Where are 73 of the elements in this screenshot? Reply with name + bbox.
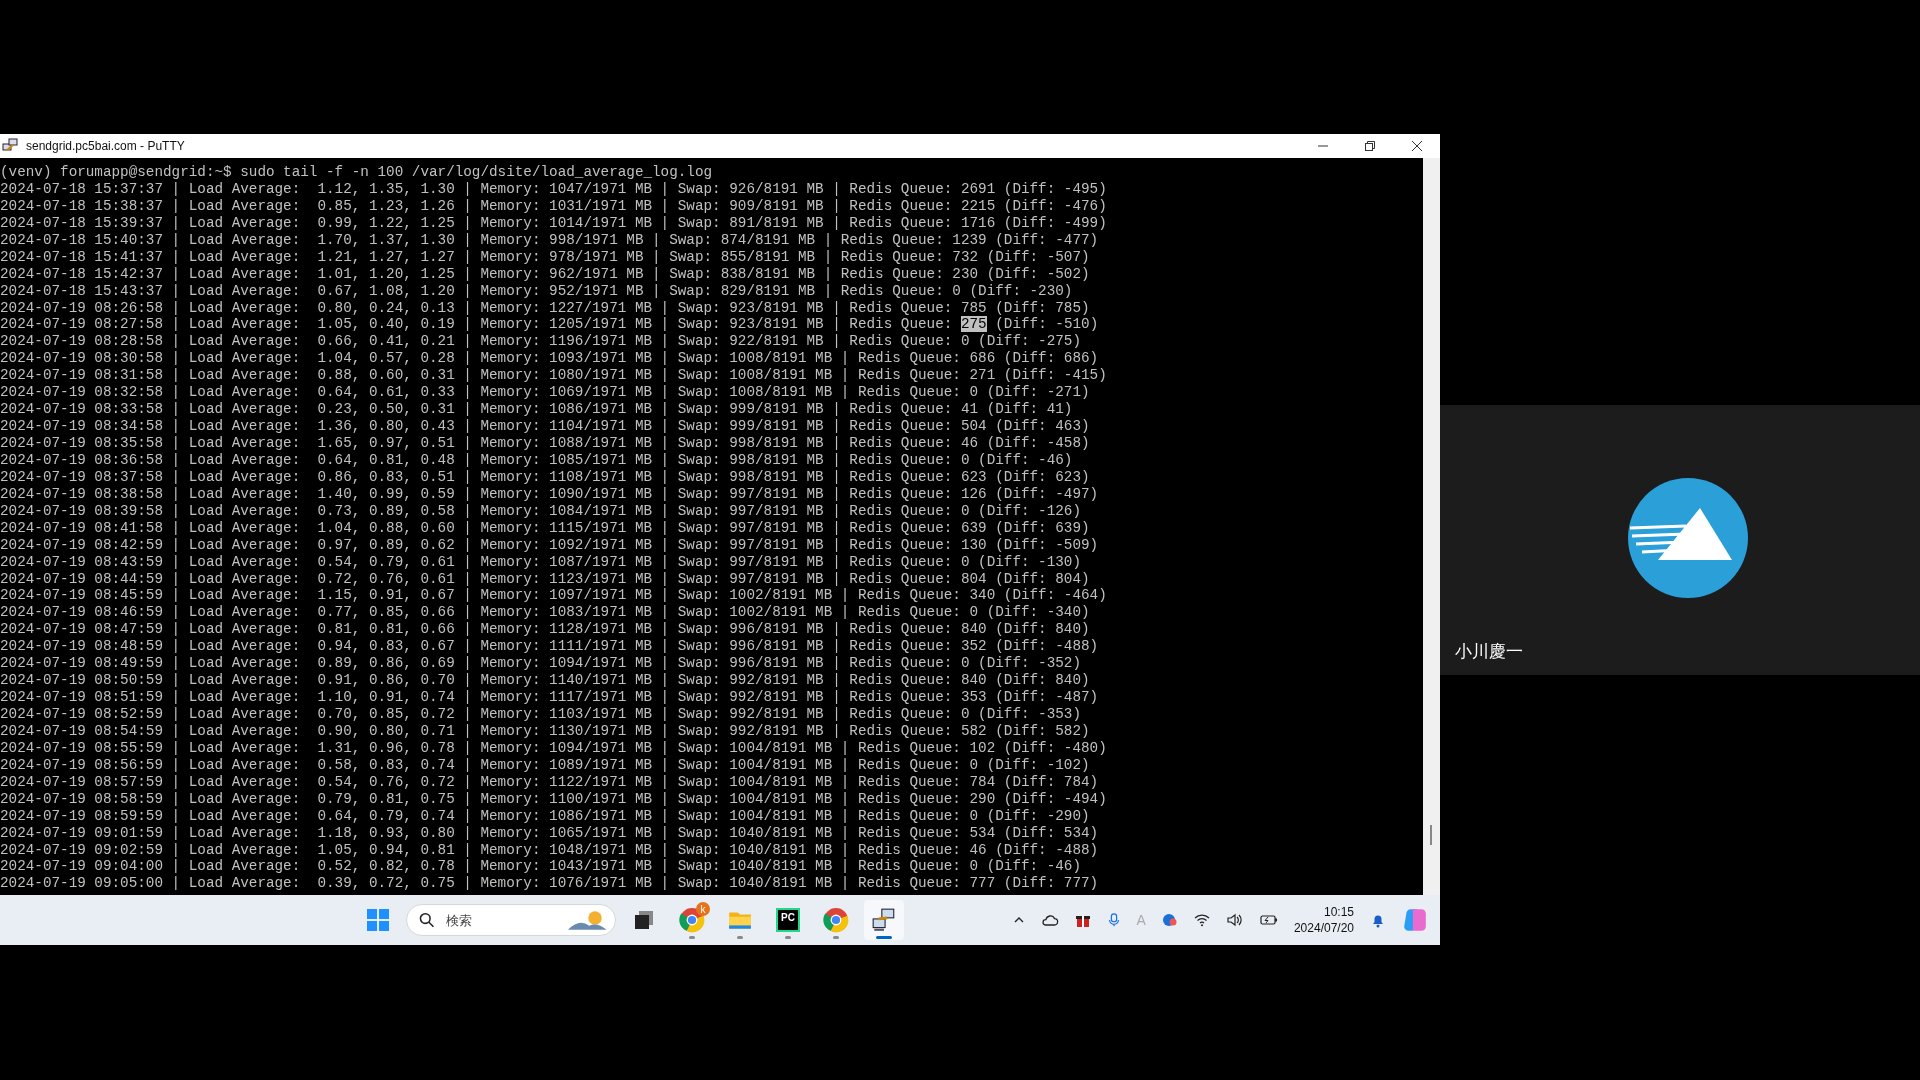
terminal-line: 2024-07-19 09:04:00 | Load Average: 0.52, 0.82, 0.78 | Memory: 1043/1971 MB | Swap: 1040/8191 MB | Redis Queue: 0 (Diff: -46) [0, 858, 1083, 876]
terminal-line: 2024-07-19 08:59:59 | Load Average: 0.64, 0.79, 0.74 | Memory: 1086/1971 MB | Swap: 1004/8191 MB | Redis Queue: 0 (Diff: -290) [0, 807, 1091, 825]
cloud-icon[interactable] [1040, 913, 1059, 927]
volume-icon[interactable] [1225, 913, 1244, 927]
terminal-line: 2024-07-19 08:47:59 | Load Average: 0.81, 0.81, 0.66 | Memory: 1128/1971 MB | Swap: 996/8191 MB | Redis Queue: 840 (Diff: 840) [0, 621, 1091, 639]
wifi-icon[interactable] [1193, 913, 1210, 927]
terminal-line: (venv) forumapp@sendgrid:~$ sudo tail -f -n 100 /var/log/dsite/load_average_log.log [0, 164, 714, 181]
microphone-icon[interactable] [1106, 912, 1121, 928]
taskbar-app[interactable]: PC [768, 900, 808, 940]
terminal-line: 2024-07-19 08:50:59 | Load Average: 0.91, 0.86, 0.70 | Memory: 1140/1971 MB | Swap: 992/8191 MB | Redis Queue: 840 (Diff: 840) [0, 672, 1091, 690]
terminal-line: 2024-07-19 08:35:58 | Load Average: 1.65, 0.97, 0.51 | Memory: 1088/1971 MB | Swap: 998/8191 MB | Redis Queue: 46 (Diff: -458) [0, 435, 1091, 452]
terminal-line: 2024-07-19 08:28:58 | Load Average: 0.66, 0.41, 0.21 | Memory: 1196/1971 MB | Swap: 922/8191 MB | Redis Queue: 0 (Diff: -275) [0, 333, 1083, 351]
terminal-line: 2024-07-18 15:37:37 | Load Average: 1.12, 1.35, 1.30 | Memory: 1047/1971 MB | Swap: 926/8191 MB | Redis Queue: 2691 (Diff: -495) [0, 180, 1108, 198]
computers-icon [871, 907, 897, 933]
terminal-line: 2024-07-19 08:26:58 | Load Average: 0.80, 0.24, 0.13 | Memory: 1227/1971 MB | Swap: 923/8191 MB | Redis Queue: 785 (Diff: 785) [0, 299, 1091, 317]
scrollbar[interactable] [1423, 158, 1440, 895]
terminal-line: 2024-07-19 08:48:59 | Load Average: 0.94, 0.83, 0.67 | Memory: 1111/1971 MB | Swap: 996/8191 MB | Redis Queue: 352 (Diff: -488) [0, 638, 1100, 656]
start-icon[interactable] [366, 908, 390, 932]
terminal-line: 2024-07-19 08:55:59 | Load Average: 1.31, 0.96, 0.78 | Memory: 1094/1971 MB | Swap: 1004/8191 MB | Redis Queue: 102 (Diff: -480) [0, 739, 1108, 757]
participant-name: 小川慶一 [1455, 640, 1524, 663]
terminal-line: 2024-07-19 09:05:00 | Load Average: 0.39, 0.72, 0.75 | Memory: 1076/1971 MB | Swap: 1040/8191 MB | Redis Queue: 777 (Diff: 777) [0, 875, 1100, 893]
terminal-line: 2024-07-19 08:27:58 | Load Average: 1.05, 0.40, 0.19 | Memory: 1205/1971 MB | Swap: 923/8191 MB | Redis Queue: 275 (Diff: -510) [0, 316, 1100, 334]
colorful-swirl-icon[interactable] [1402, 907, 1428, 933]
landscape-icon [568, 908, 607, 932]
terminal-line: 2024-07-18 15:38:37 | Load Average: 0.85, 1.23, 1.26 | Memory: 1031/1971 MB | Swap: 909/8191 MB | Redis Queue: 2215 (Diff: -476) [0, 197, 1108, 215]
clock[interactable]: 10:15 2024/07/20 [1293, 904, 1354, 936]
terminal-line: 2024-07-19 08:49:59 | Load Average: 0.89, 0.86, 0.69 | Memory: 1094/1971 MB | Swap: 996/8191 MB | Redis Queue: 0 (Diff: -352) [0, 655, 1083, 673]
terminal-line: 2024-07-18 15:41:37 | Load Average: 1.21, 1.27, 1.27 | Memory: 978/1971 MB | Swap: 855/8191 MB | Redis Queue: 732 (Diff: -507) [0, 248, 1091, 266]
squares-icon [632, 908, 656, 932]
terminal-line: 2024-07-19 08:43:59 | Load Average: 0.54, 0.79, 0.61 | Memory: 1087/1971 MB | Swap: 997/8191 MB | Redis Queue: 0 (Diff: -130) [0, 553, 1083, 571]
search-bar[interactable]: 検索 [406, 904, 616, 936]
terminal-line: 2024-07-19 08:34:58 | Load Average: 1.36, 0.80, 0.43 | Memory: 1104/1971 MB | Swap: 999/8191 MB | Redis Queue: 504 (Diff: 463) [0, 418, 1091, 435]
terminal-line: 2024-07-19 08:44:59 | Load Average: 0.72, 0.76, 0.61 | Memory: 1123/1971 MB | Swap: 997/8191 MB | Redis Queue: 804 (Diff: 804) [0, 570, 1091, 588]
terminal-line: 2024-07-18 15:39:37 | Load Average: 0.99, 1.22, 1.25 | Memory: 1014/1971 MB | Swap: 891/8191 MB | Redis Queue: 1716 (Diff: -499) [0, 214, 1108, 232]
clock-date: 2024/07/20 [1293, 920, 1354, 936]
terminal-line: 2024-07-19 08:52:59 | Load Average: 0.70, 0.85, 0.72 | Memory: 1103/1971 MB | Swap: 992/8191 MB | Redis Queue: 0 (Diff: -353) [0, 706, 1083, 723]
terminal-line: 2024-07-19 08:32:58 | Load Average: 0.64, 0.61, 0.33 | Memory: 1069/1971 MB | Swap: 1008/8191 MB | Redis Queue: 0 (Diff: -271) [0, 384, 1091, 402]
app-logo: PC [776, 908, 800, 932]
clock-time: 10:15 [1323, 904, 1354, 920]
terminal-line: 2024-07-19 08:57:59 | Load Average: 0.54, 0.76, 0.72 | Memory: 1122/1971 MB | Swap: 1004/8191 MB | Redis Queue: 784 (Diff: 784) [0, 773, 1100, 791]
terminal-line: 2024-07-19 08:38:58 | Load Average: 1.40, 0.99, 0.59 | Memory: 1090/1971 MB | Swap: 997/8191 MB | Redis Queue: 126 (Diff: -497) [0, 485, 1100, 503]
computers-icon [2, 138, 18, 154]
terminal-line: 2024-07-19 09:01:59 | Load Average: 1.18, 0.93, 0.80 | Memory: 1065/1971 MB | Swap: 1040/8191 MB | Redis Queue: 534 (Diff: 534) [0, 824, 1100, 842]
terminal-line: 2024-07-19 08:58:59 | Load Average: 0.79, 0.81, 0.75 | Memory: 1100/1971 MB | Swap: 1004/8191 MB | Redis Queue: 290 (Diff: -494) [0, 790, 1108, 808]
avatar-logo-icon [1627, 477, 1748, 598]
search-icon [419, 912, 435, 928]
terminal-line: 2024-07-19 08:33:58 | Load Average: 0.23, 0.50, 0.31 | Memory: 1086/1971 MB | Swap: 999/8191 MB | Redis Queue: 41 (Diff: 41) [0, 401, 1074, 419]
taskbar-app[interactable] [864, 900, 904, 940]
terminal-line: 2024-07-19 08:42:59 | Load Average: 0.97, 0.89, 0.62 | Memory: 1092/1971 MB | Swap: 997/8191 MB | Redis Queue: 130 (Diff: -509) [0, 536, 1100, 554]
browser-icon [823, 907, 849, 933]
search-field[interactable]: 検索 [444, 911, 559, 929]
notification-badge: k [696, 902, 710, 916]
blob-icon[interactable] [1161, 912, 1178, 928]
terminal-line: 2024-07-18 15:40:37 | Load Average: 1.70, 1.37, 1.30 | Memory: 998/1971 MB | Swap: 874/8191 MB | Redis Queue: 1239 (Diff: -477) [0, 231, 1100, 249]
terminal-line: 2024-07-19 08:56:59 | Load Average: 0.58, 0.83, 0.74 | Memory: 1089/1971 MB | Swap: 1004/8191 MB | Redis Queue: 0 (Diff: -102) [0, 756, 1091, 774]
battery-icon[interactable] [1259, 913, 1278, 927]
terminal-line: 2024-07-19 08:45:59 | Load Average: 1.15, 0.91, 0.67 | Memory: 1097/1971 MB | Swap: 1002/8191 MB | Redis Queue: 340 (Diff: -464) [0, 587, 1108, 605]
terminal-line: 2024-07-19 08:54:59 | Load Average: 0.90, 0.80, 0.71 | Memory: 1130/1971 MB | Swap: 992/8191 MB | Redis Queue: 582 (Diff: 582) [0, 722, 1091, 740]
terminal-line: 2024-07-19 08:36:58 | Load Average: 0.64, 0.81, 0.48 | Memory: 1085/1971 MB | Swap: 998/8191 MB | Redis Queue: 0 (Diff: -46) [0, 451, 1074, 469]
terminal-line: 2024-07-19 08:30:58 | Load Average: 1.04, 0.57, 0.28 | Memory: 1093/1971 MB | Swap: 1008/8191 MB | Redis Queue: 686 (Diff: 686) [0, 350, 1100, 368]
terminal-line: 2024-07-18 15:43:37 | Load Average: 0.67, 1.08, 1.20 | Memory: 952/1971 MB | Swap: 829/8191 MB | Redis Queue: 0 (Diff: -230) [0, 282, 1074, 300]
browser-icon [679, 907, 705, 933]
terminal-line: 2024-07-19 08:41:58 | Load Average: 1.04, 0.88, 0.60 | Memory: 1115/1971 MB | Swap: 997/8191 MB | Redis Queue: 639 (Diff: 639) [0, 519, 1091, 537]
window-title: sendgrid.pc5bai.com - PuTTY [26, 139, 186, 153]
terminal-line: 2024-07-19 09:02:59 | Load Average: 1.05, 0.94, 0.81 | Memory: 1048/1971 MB | Swap: 1040/8191 MB | Redis Queue: 46 (Diff: -488) [0, 841, 1100, 859]
terminal-line: 2024-07-19 08:37:58 | Load Average: 0.86, 0.83, 0.51 | Memory: 1108/1971 MB | Swap: 998/8191 MB | Redis Queue: 623 (Diff: 623) [0, 468, 1091, 486]
close-icon [1410, 140, 1423, 152]
terminal-line: 2024-07-19 08:39:58 | Load Average: 0.73, 0.89, 0.58 | Memory: 1084/1971 MB | Swap: 997/8191 MB | Redis Queue: 0 (Diff: -126) [0, 502, 1083, 520]
restore-icon [1363, 140, 1376, 152]
terminal-line: 2024-07-18 15:42:37 | Load Average: 1.01, 1.20, 1.25 | Memory: 962/1971 MB | Swap: 838/8191 MB | Redis Queue: 230 (Diff: -502) [0, 265, 1091, 283]
terminal-line: 2024-07-19 08:46:59 | Load Average: 0.77, 0.85, 0.66 | Memory: 1083/1971 MB | Swap: 1002/8191 MB | Redis Queue: 0 (Diff: -340) [0, 604, 1091, 622]
terminal-line: 2024-07-19 08:51:59 | Load Average: 1.10, 0.91, 0.74 | Memory: 1117/1971 MB | Swap: 992/8191 MB | Redis Queue: 353 (Diff: -487) [0, 689, 1100, 706]
terminal-line: 2024-07-19 08:31:58 | Load Average: 0.88, 0.60, 0.31 | Memory: 1080/1971 MB | Swap: 1008/8191 MB | Redis Queue: 271 (Diff: -415) [0, 367, 1108, 385]
